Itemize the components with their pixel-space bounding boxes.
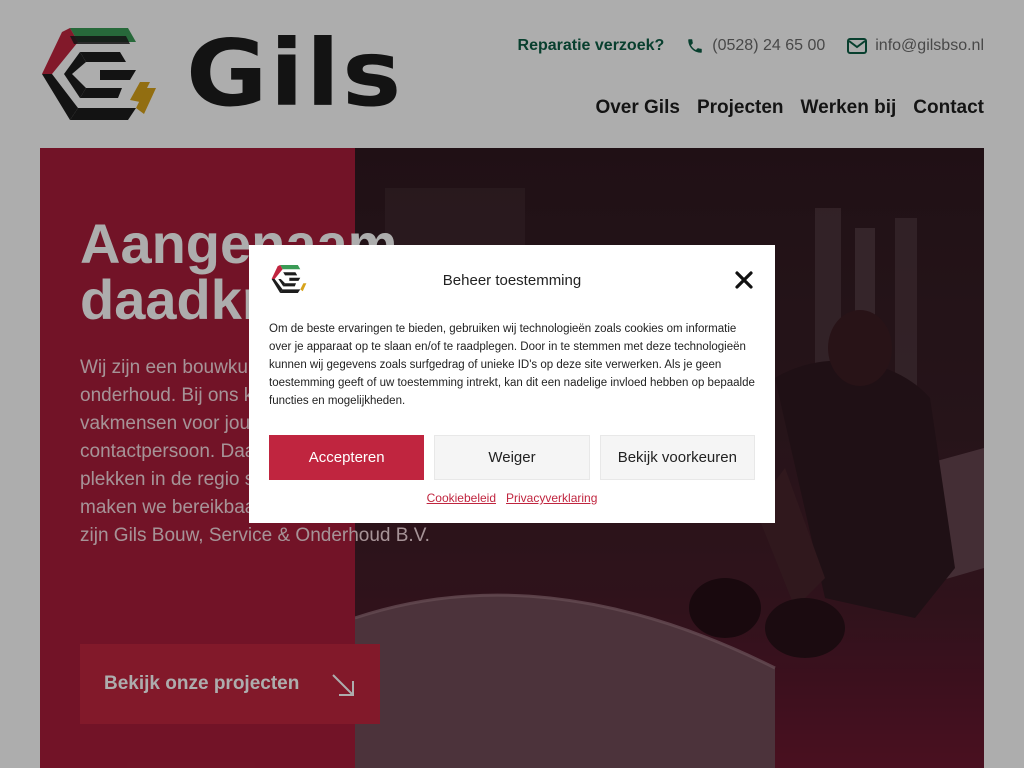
consent-buttons: Accepteren Weiger Bekijk voorkeuren [269, 435, 755, 480]
accept-button[interactable]: Accepteren [269, 435, 425, 480]
consent-policy-links: Cookiebeleid Privacyverklaring [249, 491, 775, 505]
deny-button[interactable]: Weiger [434, 435, 590, 480]
close-icon[interactable] [735, 271, 753, 289]
privacy-statement-link[interactable]: Privacyverklaring [506, 491, 597, 505]
consent-description: Om de beste ervaringen te bieden, gebrui… [269, 323, 755, 407]
view-preferences-button[interactable]: Bekijk voorkeuren [599, 435, 755, 480]
cookie-consent-dialog: Beheer toestemming Om de beste ervaringe… [249, 245, 775, 523]
dialog-title: Beheer toestemming [442, 272, 582, 289]
cookie-policy-link[interactable]: Cookiebeleid [427, 491, 496, 505]
